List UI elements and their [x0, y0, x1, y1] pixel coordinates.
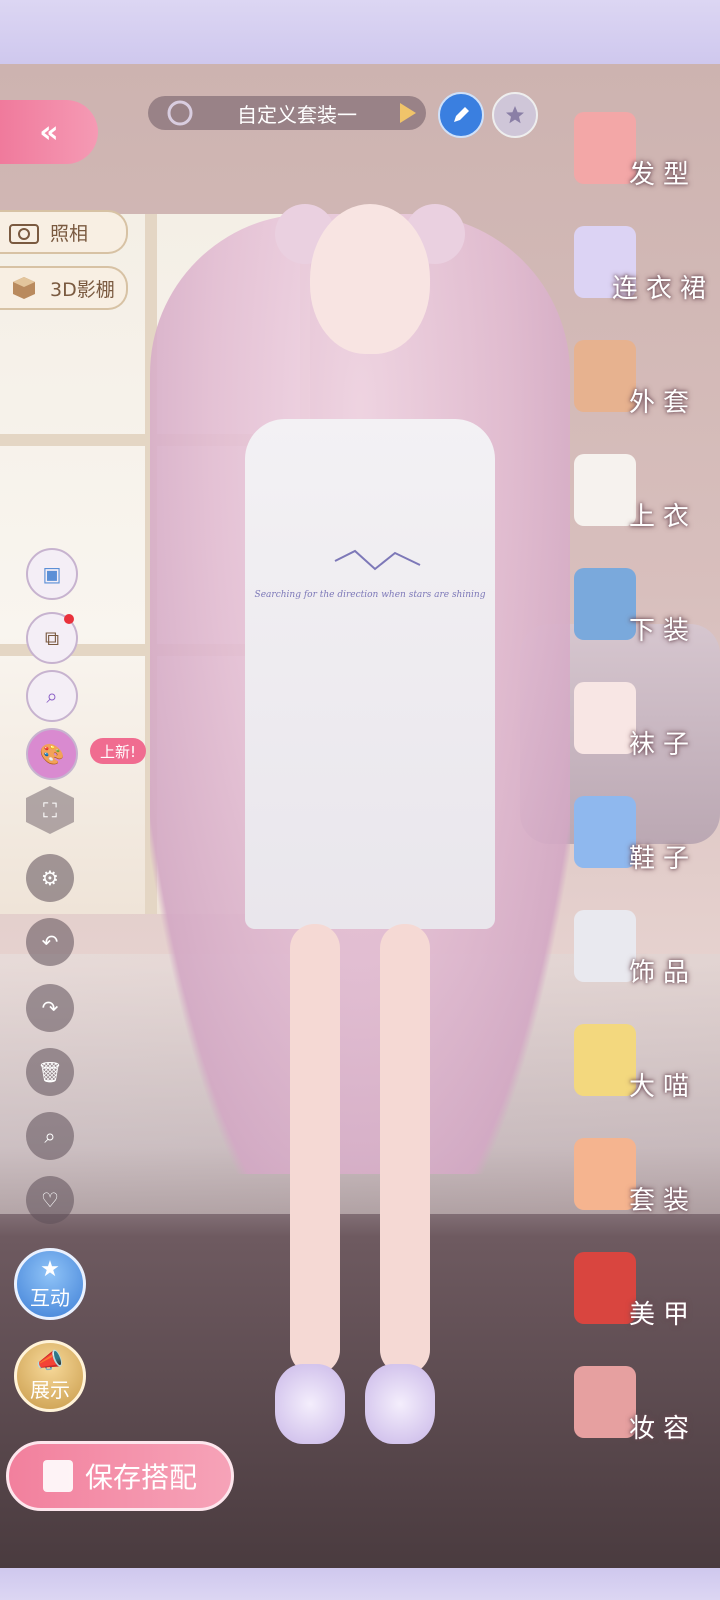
shirt-text: Searching for the direction when stars a…: [255, 590, 486, 600]
top-frame: [0, 0, 720, 64]
edit-outfit-name-button[interactable]: [438, 92, 484, 138]
interact-label: 互动: [30, 1286, 70, 1310]
category-label: 下装: [628, 616, 697, 646]
star-icon: [506, 106, 524, 124]
trash-icon: 🗑: [37, 1060, 63, 1084]
category-jacket[interactable]: 外套: [568, 336, 720, 448]
display-button[interactable]: 📣 展示: [14, 1340, 86, 1412]
category-label: 鞋子: [628, 844, 697, 874]
category-nail-polish[interactable]: 美甲: [568, 1248, 720, 1360]
category-label: 外套: [628, 388, 697, 418]
document-icon: [42, 1460, 73, 1492]
outfit-name: 自定义套装一: [237, 102, 357, 127]
save-outfit-label: 保存搭配: [84, 1461, 197, 1494]
cube-icon: [6, 273, 42, 303]
character-face: [310, 204, 430, 354]
category-label: 妆容: [628, 1414, 697, 1444]
wardrobe-tool-button[interactable]: ▣: [26, 548, 78, 600]
character-shoe-right: [365, 1364, 435, 1444]
arrow-right-icon: [400, 103, 416, 123]
category-tiara[interactable]: 饰品: [568, 906, 720, 1018]
photo-button[interactable]: 照相: [0, 210, 128, 254]
3d-studio-label: 3D影棚: [50, 278, 115, 301]
camera-icon: [6, 217, 42, 247]
layer-tool-button[interactable]: ⧉: [26, 612, 78, 664]
category-label: 大喵: [628, 1072, 697, 1102]
fullscreen-icon: ⛶: [43, 798, 57, 822]
new-badge: 上新!: [90, 738, 147, 764]
gear-icon: ⚙: [41, 866, 59, 890]
category-label: 上衣: [628, 502, 697, 532]
3d-studio-button[interactable]: 3D影棚: [0, 266, 128, 310]
category-top[interactable]: 上衣: [568, 450, 720, 562]
megaphone-icon: 📣: [36, 1349, 64, 1374]
magnifier-filter-icon: ⌕: [46, 684, 58, 708]
double-chevron-left-icon: «: [39, 114, 59, 150]
category-label: 发型: [628, 160, 697, 190]
category-shoe[interactable]: 鞋子: [568, 792, 720, 904]
pencil-icon: [454, 107, 469, 122]
photo-label: 照相: [50, 222, 89, 245]
category-label: 连衣裙: [611, 274, 714, 304]
bottom-frame: [0, 1568, 720, 1600]
search-icon: ⌕: [44, 1124, 56, 1148]
zoom-button[interactable]: ⌕: [26, 1112, 74, 1160]
search-filter-tool-button[interactable]: ⌕: [26, 670, 78, 722]
category-dress[interactable]: 连衣裙: [568, 222, 720, 334]
display-label: 展示: [30, 1378, 70, 1402]
character-leg-left: [290, 924, 340, 1374]
category-label: 饰品: [628, 958, 697, 988]
layers-plus-icon: ⧉: [44, 626, 60, 650]
shirt-print: Searching for the direction when stars a…: [255, 549, 486, 600]
undo-icon: ↶: [41, 930, 59, 954]
category-hair[interactable]: 发型: [568, 108, 720, 220]
outfit-ring-icon: [167, 100, 193, 126]
category-label: 袜子: [628, 730, 697, 760]
heart-icon: ♡: [41, 1188, 59, 1212]
redo-icon: ↷: [41, 996, 59, 1020]
favorite-button[interactable]: [492, 92, 538, 138]
character-leg-right: [380, 924, 430, 1374]
settings-button[interactable]: ⚙: [26, 854, 74, 902]
delete-button[interactable]: 🗑: [26, 1048, 74, 1096]
character-shoe-left: [275, 1364, 345, 1444]
category-label: 套装: [628, 1186, 697, 1216]
character-avatar[interactable]: Searching for the direction when stars a…: [150, 134, 570, 1444]
category-suit[interactable]: 套装: [568, 1134, 720, 1246]
shirt-tool-icon: ▣: [42, 562, 62, 586]
outfit-name-selector[interactable]: 自定义套装一: [148, 96, 426, 130]
category-sock[interactable]: 袜子: [568, 678, 720, 790]
like-button[interactable]: ♡: [26, 1176, 74, 1224]
category-makeup[interactable]: 妆容: [568, 1362, 720, 1474]
redo-button[interactable]: ↷: [26, 984, 74, 1032]
back-button[interactable]: «: [0, 100, 98, 164]
dye-tool-button[interactable]: 🎨: [26, 728, 78, 780]
character-dress: Searching for the direction when stars a…: [245, 419, 495, 929]
category-shorts[interactable]: 下装: [568, 564, 720, 676]
palette-icon: 🎨: [39, 742, 65, 766]
save-outfit-button[interactable]: 保存搭配: [6, 1441, 234, 1511]
category-cat[interactable]: 大喵: [568, 1020, 720, 1132]
undo-button[interactable]: ↶: [26, 918, 74, 966]
category-label: 美甲: [628, 1300, 697, 1330]
interact-button[interactable]: ★ 互动: [14, 1248, 86, 1320]
star-badge-icon: ★: [40, 1257, 60, 1282]
notification-dot: [64, 614, 74, 624]
